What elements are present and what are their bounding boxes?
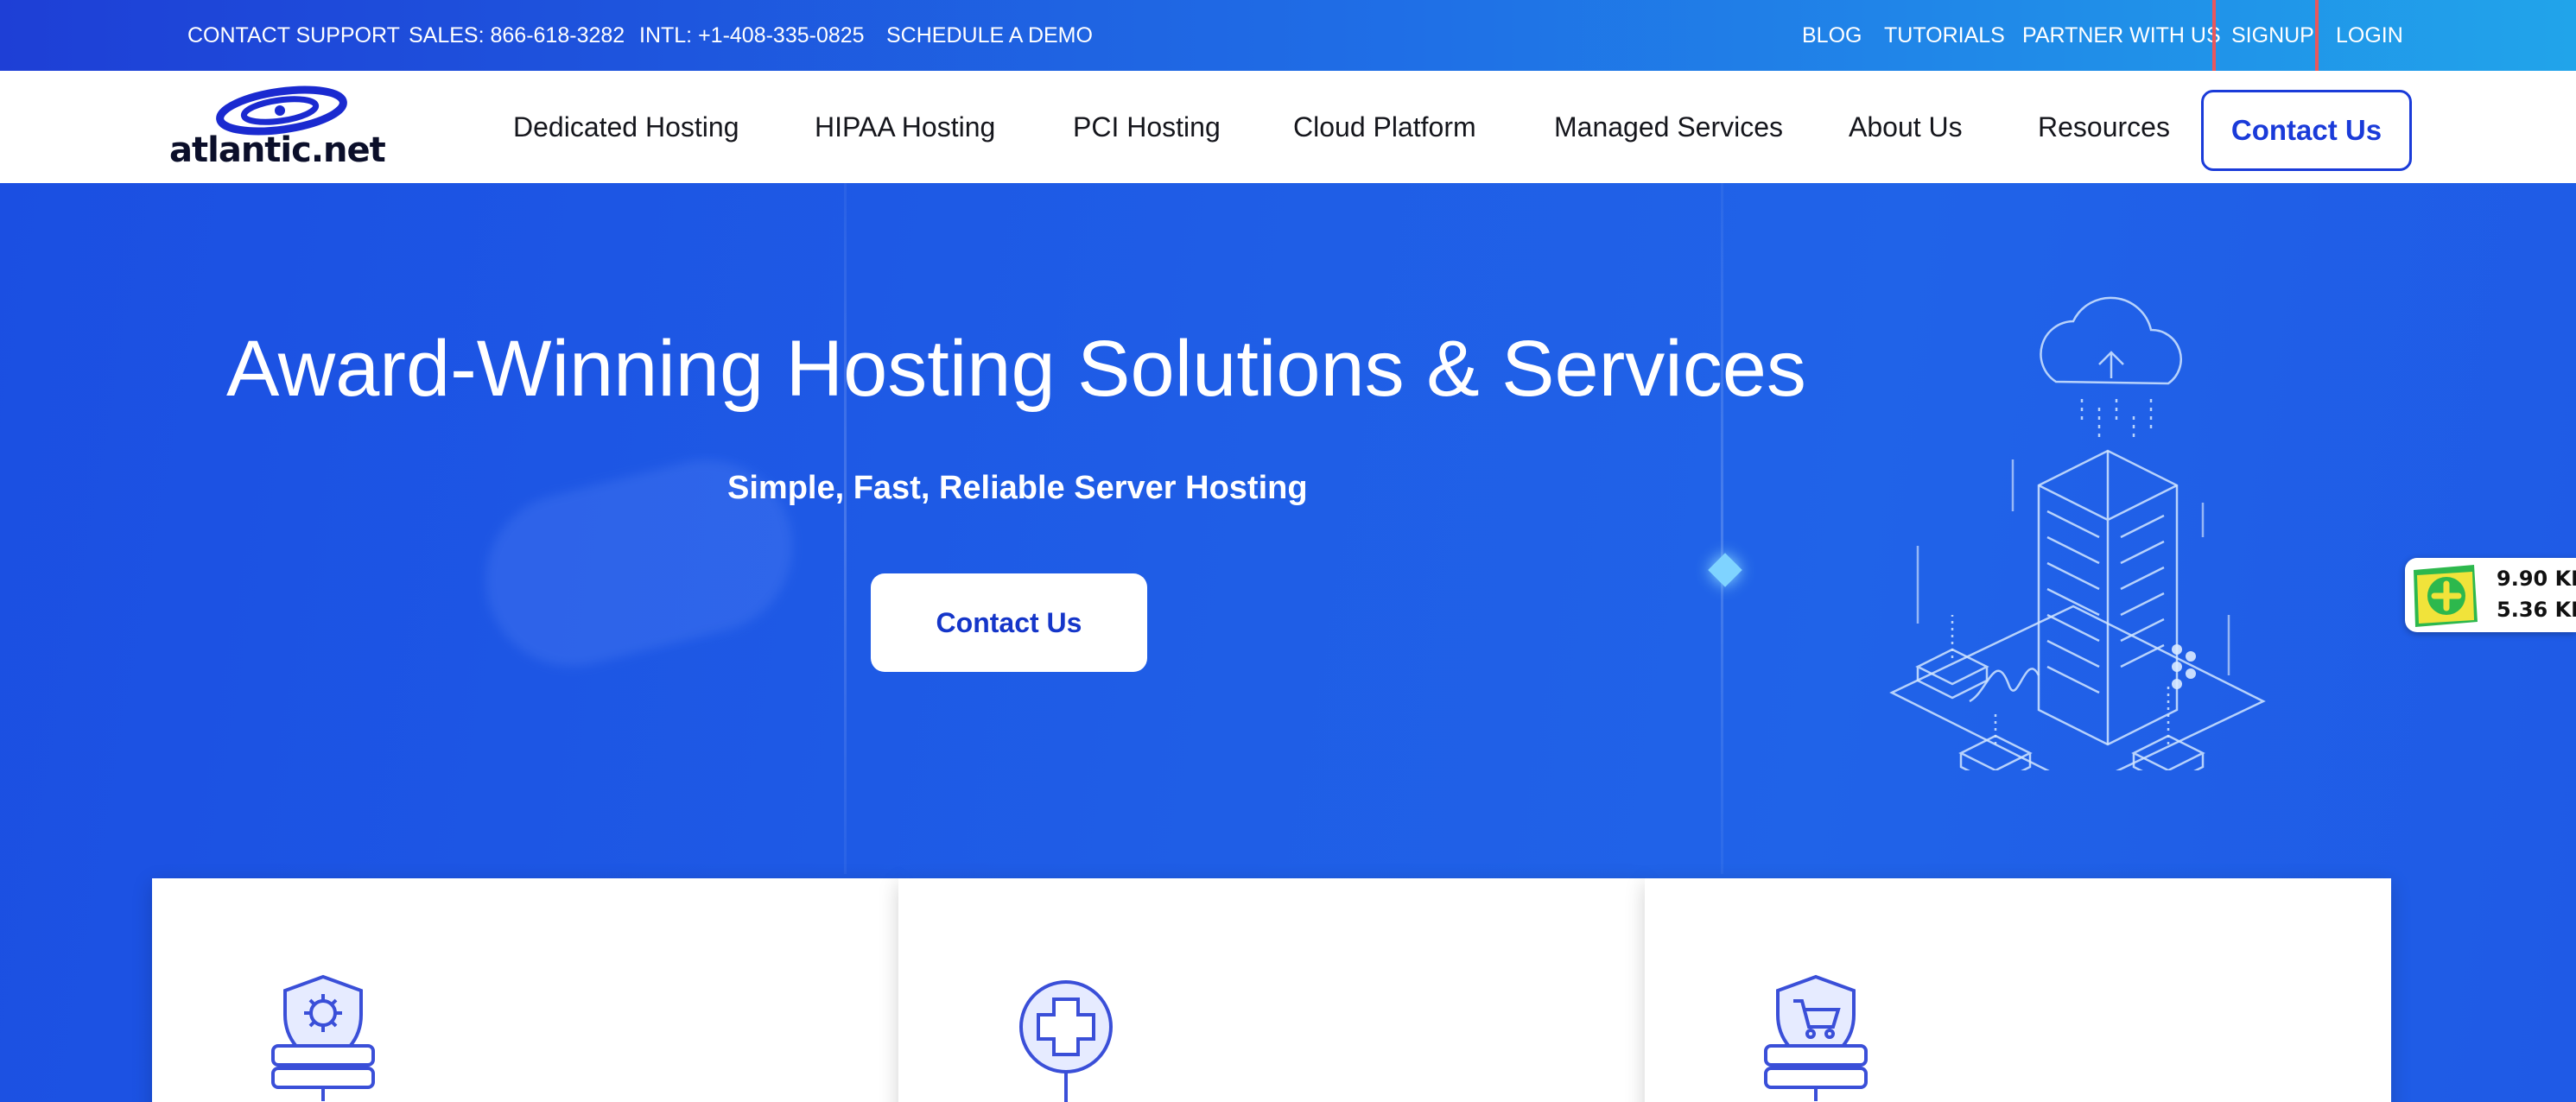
nav-managed-services[interactable]: Managed Services [1554,71,1783,183]
intl-phone-link[interactable]: INTL: +1-408-335-0825 [639,0,865,71]
medical-cross-icon [1019,980,1113,1102]
feature-card-dedicated[interactable] [152,878,898,1102]
hero-decor-diamond [1708,553,1742,587]
atlantic-net-logo[interactable]: atlantic.net [169,85,386,171]
nav-pci-hosting[interactable]: PCI Hosting [1073,71,1221,183]
contact-support-link[interactable]: CONTACT SUPPORT [187,0,400,71]
nav-contact-us-button[interactable]: Contact Us [2201,90,2412,171]
hero-section: Award-Winning Hosting Solutions & Servic… [0,183,2576,1102]
hero-decor-line [1721,183,1723,874]
upload-speed: 9.90 KB [2497,567,2576,591]
nav-resources[interactable]: Resources [2038,71,2170,183]
main-navbar: atlantic.net Dedicated Hosting HIPAA Hos… [0,71,2576,183]
top-utility-bar: CONTACT SUPPORT SALES: 866-618-3282 INTL… [0,0,2576,71]
logo-wordmark: atlantic.net [169,130,386,170]
download-speed: 5.36 KB [2497,598,2576,622]
blog-link[interactable]: BLOG [1802,0,1862,71]
tutorials-link[interactable]: TUTORIALS [1884,0,2005,71]
hero-subtitle: Simple, Fast, Reliable Server Hosting [727,470,1308,506]
cloud-server-illustration-icon [1889,296,2266,770]
server-shield-gear-icon [271,974,375,1101]
signup-link[interactable]: SIGNUP [2231,0,2314,71]
nav-cloud-platform[interactable]: Cloud Platform [1293,71,1476,183]
nav-dedicated-hosting[interactable]: Dedicated Hosting [513,71,739,183]
sales-phone-link[interactable]: SALES: 866-618-3282 [409,0,625,71]
feature-card-pci[interactable] [1645,878,2391,1102]
login-link[interactable]: LOGIN [2336,0,2403,71]
speed-meter-plus-icon [2414,565,2478,627]
swirl-logo-icon [216,86,347,136]
network-speed-widget[interactable]: 9.90 KB 5.36 KB [2405,558,2576,632]
hero-title: Award-Winning Hosting Solutions & Servic… [226,325,1806,413]
hero-decor-line [844,183,847,874]
nav-about-us[interactable]: About Us [1849,71,1963,183]
server-shield-cart-icon [1764,974,1868,1101]
hero-contact-us-button[interactable]: Contact Us [871,573,1147,672]
feature-card-hipaa[interactable] [898,878,1645,1102]
schedule-demo-link[interactable]: SCHEDULE A DEMO [886,0,1093,71]
nav-hipaa-hosting[interactable]: HIPAA Hosting [815,71,995,183]
partner-with-us-link[interactable]: PARTNER WITH US [2022,0,2221,71]
